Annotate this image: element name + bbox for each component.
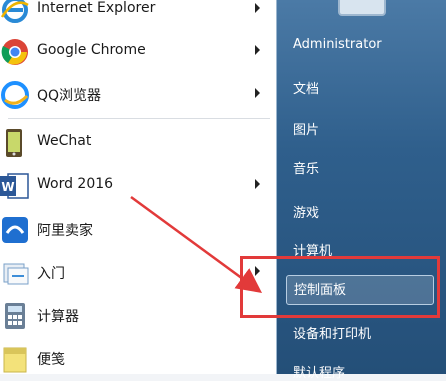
annotation-arrow-icon [130,195,263,293]
